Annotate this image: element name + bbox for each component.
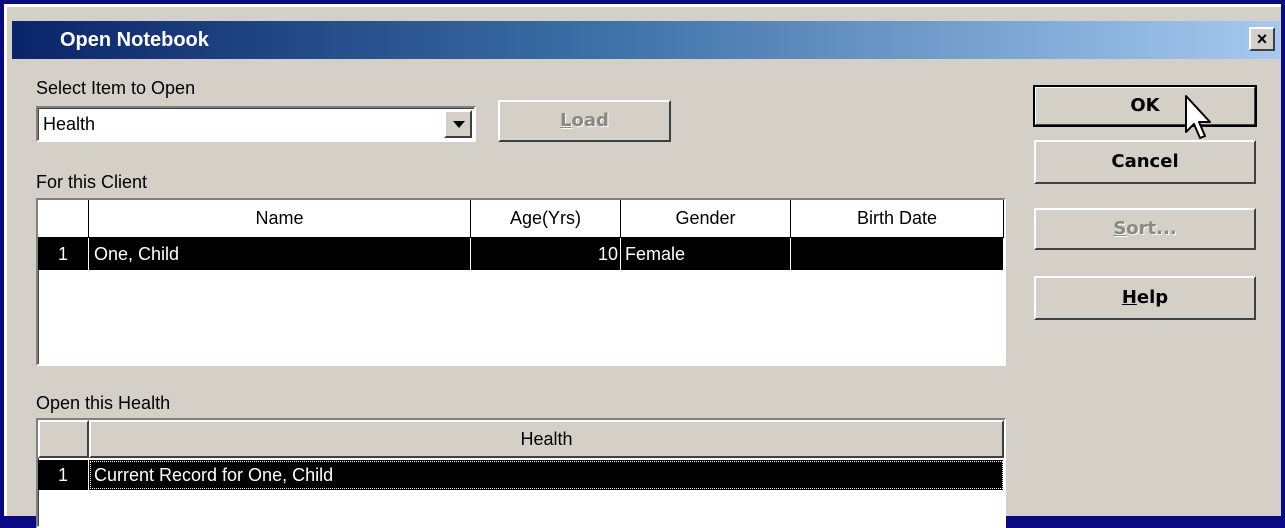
column-header-gender[interactable]: Gender	[621, 200, 791, 238]
column-header-age[interactable]: Age(Yrs)	[471, 200, 621, 238]
close-icon: ×	[1256, 29, 1268, 49]
column-header-birth-date[interactable]: Birth Date	[791, 200, 1004, 238]
select-item-dropdown[interactable]: Health	[36, 106, 476, 142]
load-button[interactable]: Load	[498, 100, 671, 142]
window-title: Open Notebook	[60, 29, 209, 51]
help-button[interactable]: Help	[1034, 276, 1256, 320]
ok-button[interactable]: OK	[1033, 85, 1257, 127]
sort-button[interactable]: Sort...	[1034, 208, 1256, 250]
column-header-health[interactable]: Health	[89, 420, 1004, 458]
client-grid: Name Age(Yrs) Gender Birth Date 1 One, C…	[36, 198, 1006, 366]
grid-corner-header	[38, 200, 89, 238]
client-row-index[interactable]: 1	[38, 238, 89, 270]
sort-label: ort...	[1126, 218, 1177, 239]
health-section-label: Open this Health	[36, 393, 171, 413]
cancel-button[interactable]: Cancel	[1034, 140, 1256, 184]
select-item-label: Select Item to Open	[36, 78, 196, 98]
client-section-label: For this Client	[36, 172, 148, 192]
client-age-cell[interactable]: 10	[471, 238, 621, 270]
client-birth-date-cell[interactable]	[791, 238, 1004, 270]
chevron-down-icon[interactable]	[444, 110, 472, 138]
health-grid: Health 1 Current Record for One, Child	[36, 418, 1006, 528]
help-accel: H	[1121, 287, 1137, 308]
help-label: elp	[1136, 287, 1169, 308]
sort-accel: S	[1113, 218, 1127, 239]
client-gender-cell[interactable]: Female	[621, 238, 791, 270]
arrow-cursor-icon	[1185, 95, 1211, 139]
health-row-index[interactable]: 1	[38, 460, 89, 490]
select-item-value: Health	[43, 114, 96, 134]
client-name-cell[interactable]: One, Child	[89, 238, 471, 270]
load-label: oad	[571, 110, 609, 131]
load-accel: L	[560, 110, 572, 131]
health-record-cell[interactable]: Current Record for One, Child	[89, 460, 1004, 490]
grid-corner-header	[38, 420, 89, 458]
close-button[interactable]: ×	[1249, 27, 1275, 51]
column-header-name[interactable]: Name	[89, 200, 471, 238]
